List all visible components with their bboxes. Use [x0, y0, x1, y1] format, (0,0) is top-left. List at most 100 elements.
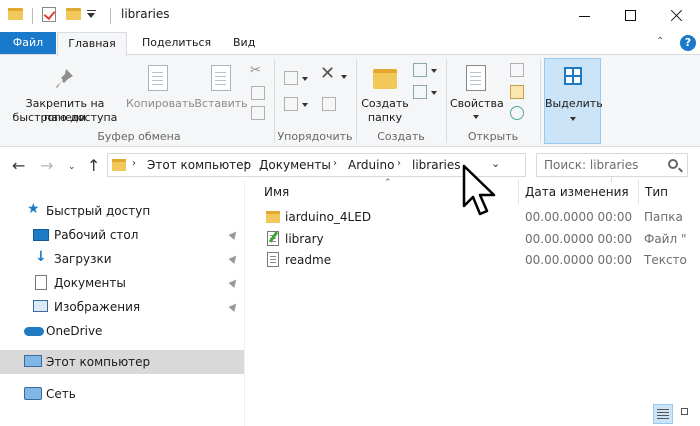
move-to-icon[interactable] — [284, 71, 298, 85]
ribbon-tab-bar: Файл Главная Поделиться Вид ⌃ ? — [0, 32, 700, 56]
properties-file-icon — [267, 231, 279, 246]
nav-label: Сеть — [46, 387, 76, 401]
mouse-cursor-icon — [462, 164, 496, 216]
breadcrumb-separator[interactable]: › — [333, 158, 337, 169]
breadcrumb-separator[interactable]: › — [397, 158, 401, 169]
paste-icon — [211, 65, 231, 91]
breadcrumb-separator[interactable]: › — [244, 158, 248, 169]
select-button[interactable]: Выделить — [544, 58, 603, 144]
pin-label-line-2: быстрого доступа — [12, 111, 118, 124]
open-icon[interactable] — [510, 63, 524, 77]
chevron-down-icon — [570, 117, 576, 121]
new-folder-button[interactable]: Создать папку — [360, 59, 410, 127]
up-arrow-icon[interactable]: ↑ — [87, 156, 100, 175]
nav-label: Этот компьютер — [46, 355, 151, 369]
breadcrumb-arduino[interactable]: Arduino — [348, 158, 394, 172]
paste-button[interactable]: Вставить — [194, 59, 248, 127]
breadcrumb-separator[interactable]: › — [132, 158, 136, 169]
group-separator — [274, 59, 275, 143]
easy-access-icon[interactable] — [413, 85, 427, 99]
nav-item-network[interactable]: Сеть — [0, 382, 244, 406]
close-button[interactable] — [654, 0, 700, 32]
folder-icon — [8, 8, 23, 20]
pin-icon: ▲ — [227, 227, 241, 242]
group-separator — [446, 59, 447, 143]
new-folder-label-1: Создать — [361, 97, 409, 110]
nav-item-onedrive[interactable]: OneDrive — [0, 319, 244, 343]
properties-label: Свойства — [450, 97, 504, 110]
breadcrumb-libraries[interactable]: libraries — [412, 158, 460, 172]
paste-shortcut-icon[interactable] — [251, 106, 265, 120]
customize-quick-access-icon[interactable] — [87, 10, 96, 19]
pin-icon: ▲ — [227, 299, 241, 314]
nav-item-documents[interactable]: Документы ▲ — [0, 271, 244, 295]
search-icon — [668, 159, 678, 169]
file-type: Папка — [644, 210, 683, 224]
properties-button[interactable]: Свойства — [450, 59, 504, 127]
desktop-icon — [33, 229, 49, 241]
pin-icon: ▲ — [227, 275, 241, 290]
file-row[interactable]: readme 00.00.0000 00:00 Тексто — [262, 250, 687, 271]
nav-label: OneDrive — [46, 324, 103, 338]
select-label: Выделить — [545, 97, 603, 110]
tab-file[interactable]: Файл — [0, 32, 56, 54]
nav-label: Рабочий стол — [54, 228, 139, 242]
text-file-icon — [267, 252, 279, 267]
group-separator — [540, 59, 541, 143]
new-folder-icon[interactable] — [66, 8, 81, 20]
quick-access-separator — [32, 8, 33, 24]
delete-icon[interactable]: ✕ — [320, 65, 335, 83]
chevron-down-icon — [341, 75, 347, 79]
column-separator[interactable] — [518, 180, 519, 204]
tab-share[interactable]: Поделиться — [142, 32, 211, 54]
breadcrumb-this-pc[interactable]: Этот компьютер — [147, 158, 251, 172]
folder-icon — [266, 211, 280, 223]
rename-icon[interactable] — [322, 97, 336, 111]
details-view-button[interactable] — [653, 404, 673, 424]
file-name: library — [285, 232, 324, 246]
pin-to-quick-access-button[interactable]: Закрепить на панели быстрого доступа — [6, 59, 124, 127]
nav-item-pictures[interactable]: Изображения ▲ — [0, 295, 244, 319]
file-row[interactable]: library 00.00.0000 00:00 Файл " — [262, 229, 687, 250]
forward-arrow-icon[interactable]: → — [40, 156, 53, 175]
group-separator — [356, 59, 357, 143]
column-header-type[interactable]: Тип — [645, 185, 668, 199]
edit-icon[interactable] — [510, 85, 524, 99]
copy-to-icon[interactable] — [284, 97, 298, 111]
chevron-down-icon — [473, 115, 479, 119]
tab-view[interactable]: Вид — [233, 32, 255, 54]
tab-home[interactable]: Главная — [57, 32, 127, 56]
breadcrumb-documents[interactable]: Документы — [259, 158, 331, 172]
new-item-icon[interactable] — [413, 63, 427, 77]
nav-item-this-pc[interactable]: Этот компьютер — [0, 350, 244, 374]
copy-button[interactable]: Копировать — [126, 59, 195, 127]
nav-item-downloads[interactable]: ↓ Загрузки ▲ — [0, 247, 244, 271]
folder-icon — [373, 69, 397, 89]
title-bar: libraries — [0, 0, 700, 32]
column-header-date[interactable]: Дата изменения — [525, 185, 629, 199]
search-input[interactable]: Поиск: libraries — [536, 153, 688, 177]
computer-icon — [24, 355, 42, 367]
cut-icon[interactable]: ✂ — [250, 63, 261, 78]
download-icon: ↓ — [35, 249, 47, 265]
back-arrow-icon[interactable]: ← — [12, 156, 25, 175]
column-header-name[interactable]: Имя — [264, 185, 289, 199]
organize-group-label: Упорядочить — [277, 130, 353, 143]
nav-label: Быстрый доступ — [46, 204, 151, 218]
copy-path-icon[interactable] — [251, 86, 265, 100]
recent-locations-icon[interactable]: ⌄ — [68, 162, 76, 172]
maximize-button[interactable] — [608, 0, 654, 32]
nav-item-quick-access[interactable]: ★ Быстрый доступ — [0, 199, 244, 223]
ribbon: Закрепить на панели быстрого доступа Коп… — [0, 54, 700, 147]
large-icons-view-button[interactable] — [677, 405, 697, 423]
help-icon[interactable]: ? — [680, 35, 696, 51]
column-separator[interactable] — [638, 180, 639, 204]
properties-icon[interactable] — [42, 7, 56, 22]
pane-divider[interactable] — [244, 181, 245, 426]
nav-item-desktop[interactable]: Рабочий стол ▲ — [0, 223, 244, 247]
window-title: libraries — [121, 7, 170, 21]
file-date: 00.00.0000 00:00 — [525, 210, 633, 224]
history-icon[interactable] — [510, 106, 524, 120]
minimize-button[interactable] — [562, 0, 608, 32]
collapse-ribbon-icon[interactable]: ⌃ — [656, 36, 664, 47]
